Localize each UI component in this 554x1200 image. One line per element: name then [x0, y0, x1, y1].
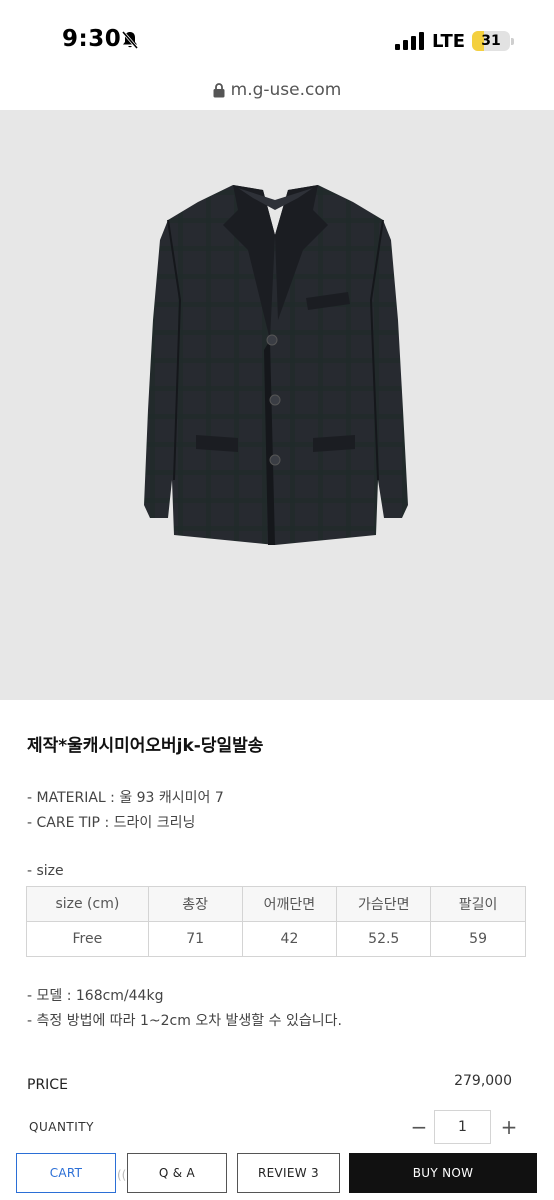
size-cell: Free [26, 921, 149, 957]
size-table-header: size (cm) 총장 어깨단면 가슴단면 팔길이 [26, 886, 526, 922]
status-time: 9:30 [62, 26, 122, 52]
size-header-cell: 가슴단면 [336, 886, 432, 922]
url-bar[interactable]: m.g-use.com [0, 80, 554, 110]
cart-button[interactable]: CART [16, 1153, 116, 1193]
partially-hidden-text: (( [117, 1168, 127, 1182]
network-type: LTE [432, 31, 466, 52]
battery-icon: 31 [472, 31, 510, 51]
battery-tip [511, 38, 514, 45]
model-info: - 모델 : 168cm/44kg [27, 988, 164, 1004]
review-button[interactable]: REVIEW 3 [237, 1153, 340, 1193]
bell-off-icon [121, 31, 139, 49]
size-header-cell: 어깨단면 [241, 886, 338, 922]
signal-icon [395, 32, 424, 50]
quantity-label: QUANTITY [29, 1120, 94, 1134]
measure-note: - 측정 방법에 따라 1~2cm 오차 발생할 수 있습니다. [27, 1013, 342, 1029]
size-cell: 71 [147, 921, 243, 957]
buy-now-button[interactable]: BUY NOW [349, 1153, 537, 1193]
price-label: PRICE [27, 1077, 68, 1093]
material-text: - MATERIAL : 울 93 캐시미어 7 [27, 790, 224, 806]
status-bar: 9:30 LTE 31 [0, 0, 554, 80]
product-image[interactable] [0, 110, 554, 700]
battery-level: 31 [481, 33, 501, 49]
size-cell: 52.5 [336, 921, 432, 957]
size-header-cell: size (cm) [26, 886, 149, 922]
quantity-decrease-button[interactable]: − [408, 1114, 430, 1140]
qna-button[interactable]: Q & A [127, 1153, 227, 1193]
table-row: Free 71 42 52.5 59 [26, 921, 526, 957]
quantity-increase-button[interactable]: + [498, 1114, 520, 1140]
lock-icon [213, 82, 225, 97]
size-header-cell: 팔길이 [430, 886, 526, 922]
size-header-cell: 총장 [147, 886, 243, 922]
price-value: 279,000 [454, 1073, 512, 1089]
url-text[interactable]: m.g-use.com [231, 80, 342, 100]
quantity-input[interactable] [434, 1110, 491, 1144]
product-title: 제작*울캐시미어오버jk-당일발송 [27, 736, 264, 756]
size-cell: 59 [430, 921, 526, 957]
size-cell: 42 [241, 921, 338, 957]
bottom-action-bar: CART Q & A REVIEW 3 BUY NOW [0, 1150, 554, 1200]
jacket-image [144, 185, 408, 545]
size-label: - size [27, 863, 64, 879]
care-tip-text: - CARE TIP : 드라이 크리닝 [27, 815, 196, 831]
size-table: size (cm) 총장 어깨단면 가슴단면 팔길이 Free 71 42 52… [26, 886, 526, 957]
